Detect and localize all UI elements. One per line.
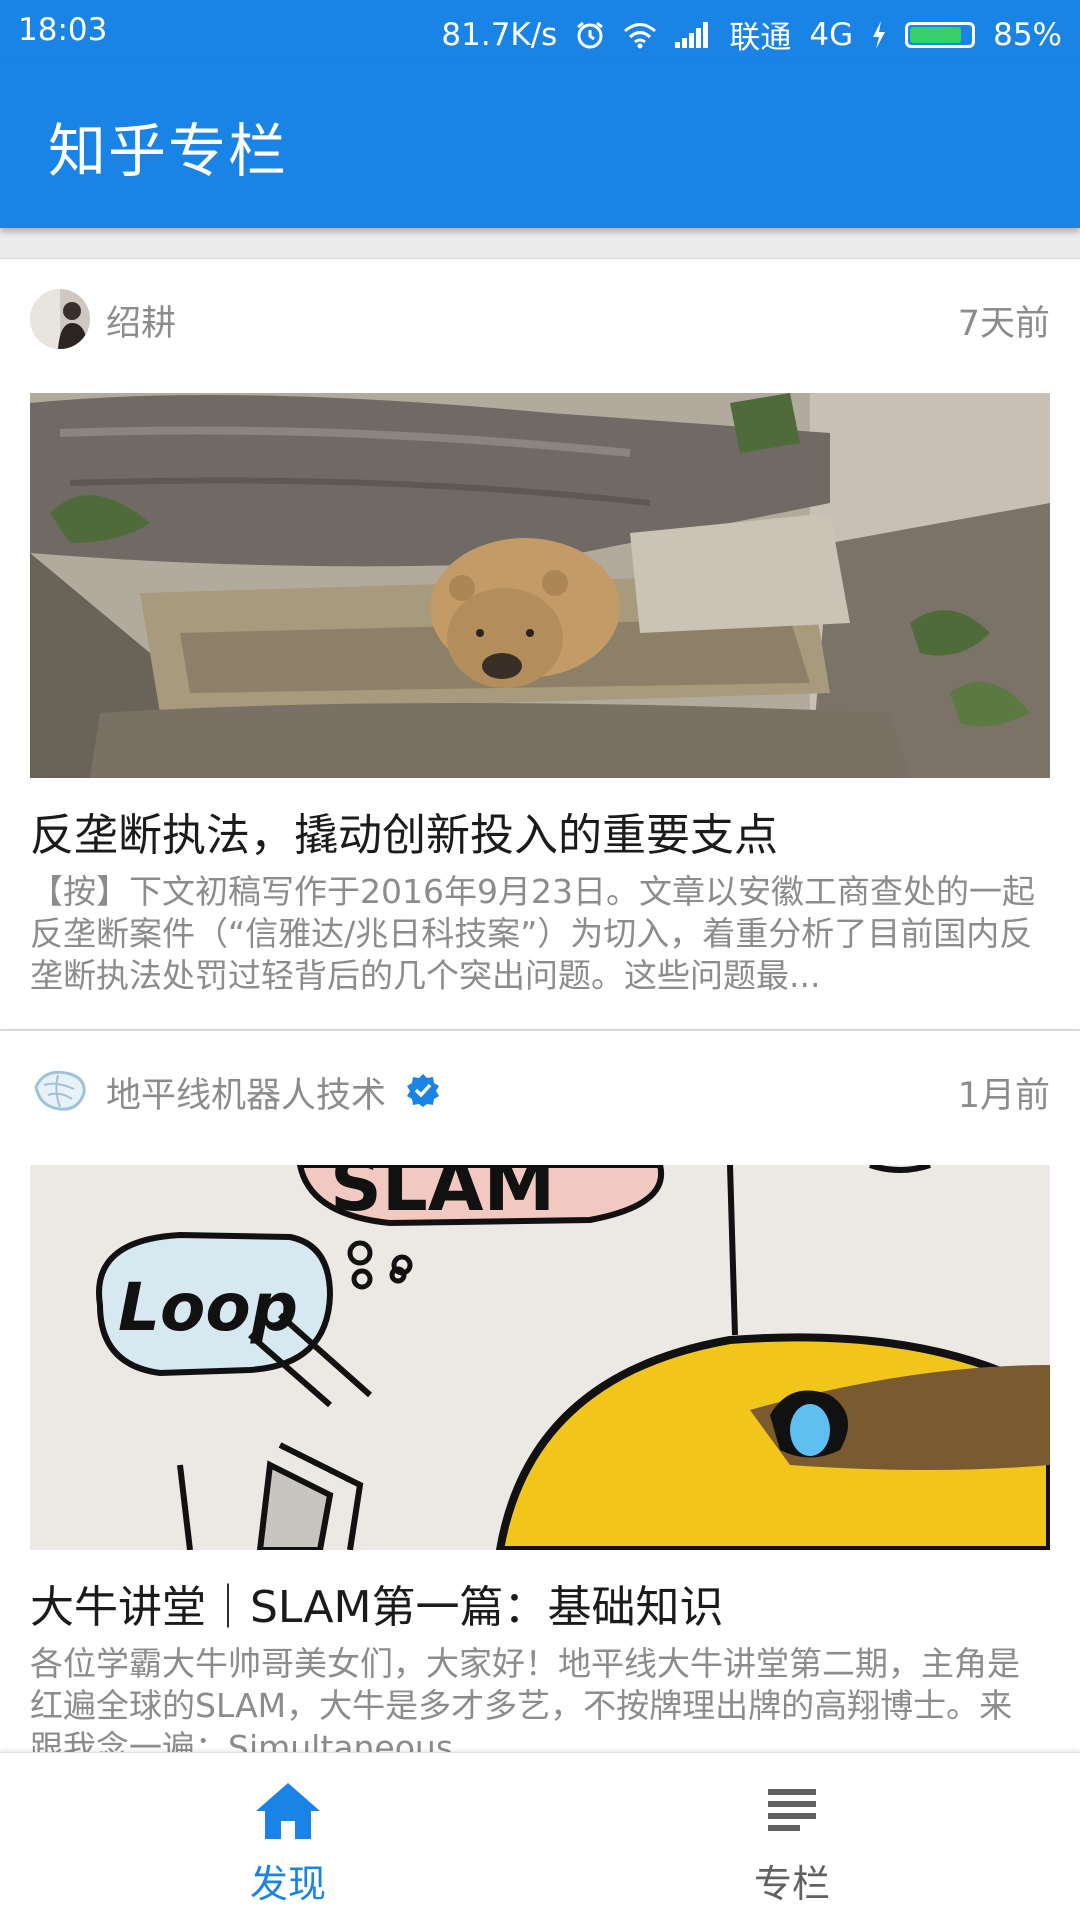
article-title[interactable]: 反垄断执法，撬动创新投入的重要支点	[30, 799, 1050, 863]
author-name[interactable]: 地平线机器人技术	[106, 1067, 386, 1118]
signal-icon	[675, 21, 709, 48]
article-title[interactable]: 大牛讲堂｜SLAM第一篇：基础知识	[30, 1571, 1050, 1635]
author-avatar[interactable]	[30, 289, 90, 349]
article-card[interactable]: 地平线机器人技术 1月前 SLAM Loop 大牛讲堂｜SLAM第一篇：基础知识…	[0, 1030, 1080, 1767]
battery-percent: 85%	[993, 16, 1062, 53]
status-time: 18:03	[18, 12, 108, 48]
charging-icon	[873, 20, 886, 49]
battery-icon	[905, 21, 976, 48]
app-bar: 知乎专栏	[0, 62, 1080, 228]
article-cover-image[interactable]: SLAM Loop	[30, 1165, 1050, 1550]
battery-level	[910, 26, 962, 43]
article-card[interactable]: 绍耕 7天前 反垄断执法，撬动创新投入的重要支点 【按】下文初稿写作于2016年…	[0, 258, 1080, 1029]
article-excerpt[interactable]: 各位学霸大牛帅哥美女们，大家好！地平线大牛讲堂第二期，主角是红遍全球的SLAM，…	[30, 1643, 1050, 1769]
article-cover-image[interactable]	[30, 393, 1050, 778]
bottom-navigation: 发现 专栏	[0, 1752, 1080, 1921]
post-time: 7天前	[957, 304, 1050, 344]
post-time: 1月前	[957, 1076, 1050, 1116]
status-right: 81.7K/s 联通 4G 85%	[441, 12, 1062, 57]
list-icon	[768, 1789, 816, 1831]
app-title: 知乎专栏	[48, 117, 289, 185]
verified-badge-icon	[407, 1074, 439, 1107]
card-header: 地平线机器人技术 1月前	[30, 1061, 1050, 1121]
author-avatar[interactable]	[30, 1061, 90, 1121]
nav-item-columns[interactable]: 专栏	[522, 1753, 1062, 1921]
wifi-icon	[624, 22, 657, 48]
author-name[interactable]: 绍耕	[106, 295, 176, 346]
status-bar: 18:03 81.7K/s 联通 4G 85%	[0, 0, 1080, 62]
carrier: 联通	[729, 20, 792, 56]
network-type: 4G	[809, 16, 854, 53]
card-header: 绍耕 7天前	[30, 289, 1050, 349]
alarm-icon	[577, 21, 604, 48]
home-icon	[256, 1783, 320, 1839]
nav-label: 专栏	[753, 1862, 830, 1906]
net-speed: 81.7K/s	[441, 16, 558, 53]
nav-item-discover[interactable]: 发现	[18, 1753, 558, 1921]
article-excerpt[interactable]: 【按】下文初稿写作于2016年9月23日。文章以安徽工商查处的一起反垄断案件（“…	[30, 871, 1050, 997]
bubble-left-text: Loop	[118, 1269, 298, 1346]
bubble-top-text: SLAM	[330, 1165, 555, 1227]
nav-label: 发现	[249, 1862, 326, 1906]
